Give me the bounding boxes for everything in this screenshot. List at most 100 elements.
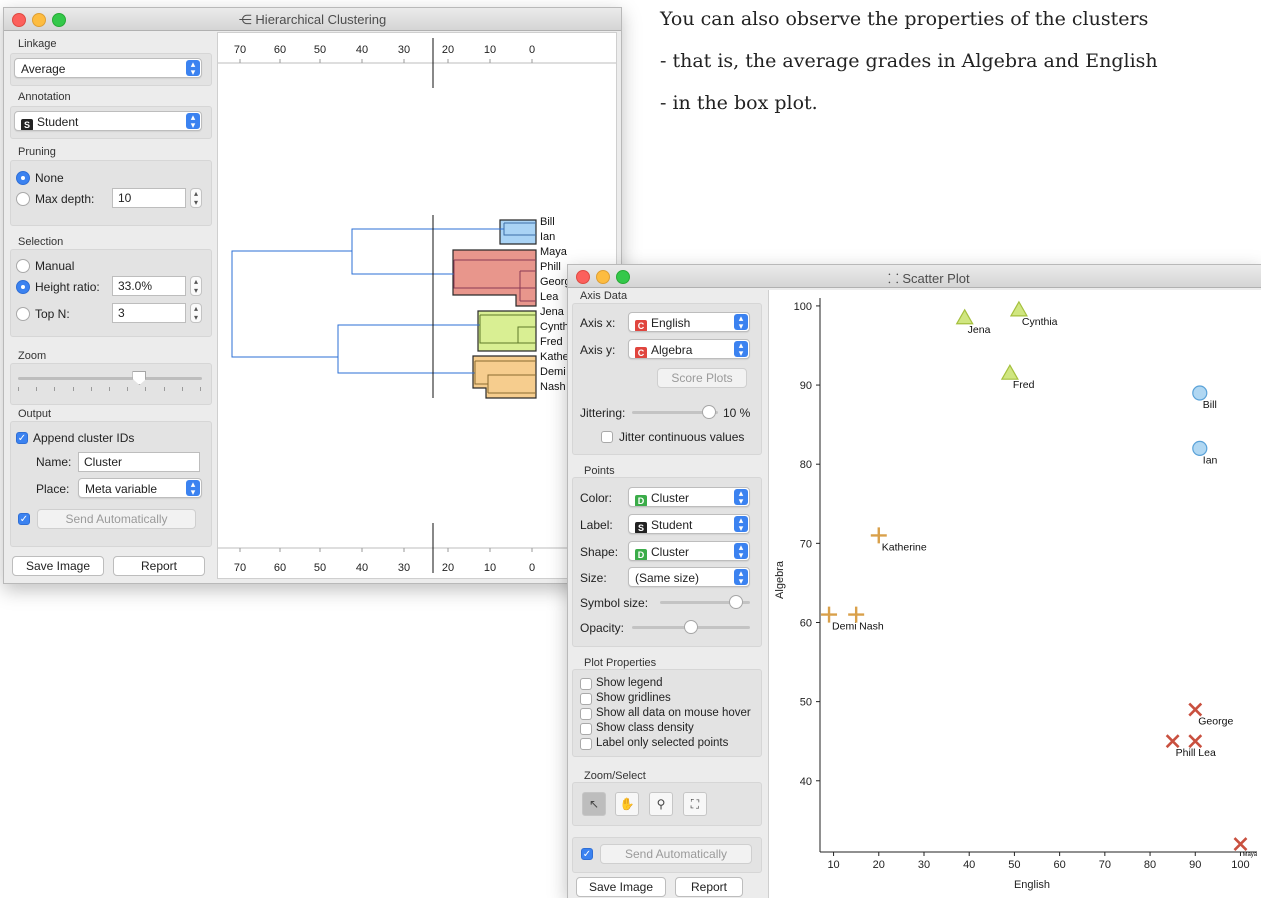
leaf-label[interactable]: Demi <box>540 366 566 378</box>
place-select[interactable]: Meta variable ▴ ▾ <box>78 478 202 498</box>
data-point-fred[interactable]: Fred <box>1000 363 1035 391</box>
point-label: Katherine <box>882 541 927 553</box>
dendrogram-svg[interactable]: 70 60 50 40 30 20 10 0 70 60 50 40 30 20 10 0 Bill Ian M… <box>218 33 616 578</box>
report-button[interactable]: Report <box>675 877 743 897</box>
zoom-slider-track[interactable] <box>18 377 202 380</box>
dendrogram-icon: ⋲ <box>238 12 256 27</box>
plot-points[interactable]: Jena Cynthia Fred Bill Ian Katherine Demi Nash G… <box>821 300 1258 858</box>
pruning-maxdepth-radio[interactable] <box>16 192 30 206</box>
size-select[interactable]: (Same size) ▴ ▾ <box>628 567 750 587</box>
data-point-ian[interactable]: Ian <box>1192 440 1218 466</box>
pruning-none-label: None <box>35 171 64 185</box>
color-select[interactable]: D Cluster ▴ ▾ <box>628 487 750 507</box>
top-n-input[interactable]: 3 <box>112 303 186 323</box>
send-automatically-button[interactable]: Send Automatically <box>600 844 752 864</box>
leaf-label[interactable]: Cynth <box>540 321 569 333</box>
cluster-highlight-maya-group[interactable] <box>452 249 537 307</box>
bottom-axis-tick-label: 40 <box>356 562 368 574</box>
leaf-label[interactable]: Jena <box>540 306 565 318</box>
top-n-stepper[interactable]: ▴ ▾ <box>190 303 202 323</box>
shape-select[interactable]: D Cluster ▴ ▾ <box>628 541 750 561</box>
leaf-label[interactable]: Georg <box>540 276 571 288</box>
pruning-none-radio[interactable] <box>16 171 30 185</box>
cluster-highlight-bill-ian[interactable] <box>499 219 537 245</box>
selection-manual-radio[interactable] <box>16 259 30 273</box>
point-marker-circle[interactable] <box>1192 385 1208 401</box>
data-point-jena[interactable]: Jena <box>955 308 991 336</box>
data-point-cynthia[interactable]: Cynthia <box>1009 300 1058 328</box>
annotation-select[interactable]: S Student ▴ ▾ <box>14 111 202 131</box>
y-tick-label: 40 <box>800 776 812 788</box>
show-gridlines-checkbox[interactable] <box>580 693 592 705</box>
reset-zoom-tool-icon[interactable]: ⛶ <box>683 792 707 816</box>
axis-x-select[interactable]: C English ▴ ▾ <box>628 312 750 332</box>
zoom-magnifier-tool-icon[interactable]: ⚲ <box>649 792 673 816</box>
cluster-name-input[interactable]: Cluster <box>78 452 200 472</box>
point-marker-triangle[interactable] <box>1009 300 1028 317</box>
point-marker-cross[interactable] <box>1165 734 1180 749</box>
score-plots-button[interactable]: Score Plots <box>657 368 747 388</box>
opacity-slider-thumb[interactable] <box>684 620 698 634</box>
top-distance-axis: 70 60 50 40 30 20 10 0 <box>218 38 616 88</box>
selection-height-radio[interactable] <box>16 280 30 294</box>
leaf-label[interactable]: Nash <box>540 381 566 393</box>
point-marker-cross[interactable] <box>1233 837 1248 852</box>
cluster-highlight-kathe-group[interactable] <box>472 355 537 399</box>
leaf-label[interactable]: Kathe <box>540 351 569 363</box>
cluster-highlight-jena-group[interactable] <box>477 310 537 352</box>
point-label: Nash <box>859 621 884 633</box>
max-depth-input[interactable]: 10 <box>112 188 186 208</box>
height-ratio-input[interactable]: 33.0% <box>112 276 186 296</box>
axis-y-label: Axis y: <box>580 343 616 357</box>
opacity-label: Opacity: <box>580 621 625 635</box>
label-only-selected-checkbox[interactable] <box>580 738 592 750</box>
linkage-select[interactable]: Average ▴ ▾ <box>14 58 202 78</box>
send-automatically-button[interactable]: Send Automatically <box>37 509 196 529</box>
append-cluster-ids-checkbox[interactable]: ✓ <box>16 432 28 444</box>
report-button[interactable]: Report <box>113 556 205 576</box>
point-marker-triangle[interactable] <box>1000 363 1019 380</box>
axis-y-select[interactable]: C Algebra ▴ ▾ <box>628 339 750 359</box>
show-class-density-checkbox[interactable] <box>580 723 592 735</box>
x-tick-label: 20 <box>873 859 885 871</box>
send-automatically-checkbox[interactable]: ✓ <box>18 513 30 525</box>
max-depth-stepper[interactable]: ▴ ▾ <box>190 188 202 208</box>
point-marker-cross[interactable] <box>1188 702 1203 717</box>
top-axis-tick-label: 0 <box>529 44 535 56</box>
pan-hand-tool-icon[interactable]: ✋ <box>615 792 639 816</box>
select-pointer-tool-icon[interactable]: ↖ <box>582 792 606 816</box>
scatter-plot-svg[interactable]: 10 20 30 40 50 60 70 80 90 100 40 50 60 70 80 90 100 Jen… <box>769 290 1261 898</box>
leaf-label[interactable]: Phill <box>540 261 561 273</box>
send-automatically-checkbox[interactable]: ✓ <box>581 848 593 860</box>
jitter-continuous-checkbox[interactable] <box>601 431 613 443</box>
leaf-label[interactable]: Lea <box>540 291 559 303</box>
show-legend-checkbox[interactable] <box>580 678 592 690</box>
leaf-label[interactable]: Ian <box>540 231 555 243</box>
y-tick-label: 80 <box>800 459 812 471</box>
leaf-label[interactable]: Bill <box>540 216 555 228</box>
save-image-button[interactable]: Save Image <box>576 877 666 897</box>
hierarchical-clustering-window: ⋲ Hierarchical Clustering Linkage Averag… <box>3 7 622 584</box>
save-image-button[interactable]: Save Image <box>12 556 104 576</box>
data-point-katherine[interactable]: Katherine <box>870 527 927 553</box>
show-all-data-checkbox[interactable] <box>580 708 592 720</box>
scatter-icon: ⸬ <box>888 271 903 286</box>
point-marker-triangle[interactable] <box>955 308 974 325</box>
data-point-george[interactable]: George <box>1188 702 1233 728</box>
leaf-label[interactable]: Fred <box>540 336 563 348</box>
symbol-size-slider-thumb[interactable] <box>728 595 743 609</box>
selection-topn-radio[interactable] <box>16 307 30 321</box>
label-select[interactable]: S Student ▴ ▾ <box>628 514 750 534</box>
data-point-maya[interactable]: Maya <box>1233 837 1258 858</box>
scatter-plot-canvas[interactable]: 10 20 30 40 50 60 70 80 90 100 40 50 60 70 80 90 100 Jen… <box>768 290 1261 898</box>
linkage-section-label: Linkage <box>18 38 57 50</box>
data-point-demi[interactable]: Demi <box>821 606 857 633</box>
height-ratio-stepper[interactable]: ▴ ▾ <box>190 276 202 296</box>
data-point-bill[interactable]: Bill <box>1192 385 1217 411</box>
dendrogram-canvas[interactable]: 70 60 50 40 30 20 10 0 70 60 50 40 30 20 10 0 Bill Ian M… <box>217 32 617 579</box>
point-marker-circle[interactable] <box>1192 440 1208 456</box>
point-marker-cross[interactable] <box>1188 734 1203 749</box>
bottom-axis-tick-label: 30 <box>398 562 410 574</box>
zoom-box <box>10 363 212 405</box>
leaf-label[interactable]: Maya <box>540 246 568 258</box>
